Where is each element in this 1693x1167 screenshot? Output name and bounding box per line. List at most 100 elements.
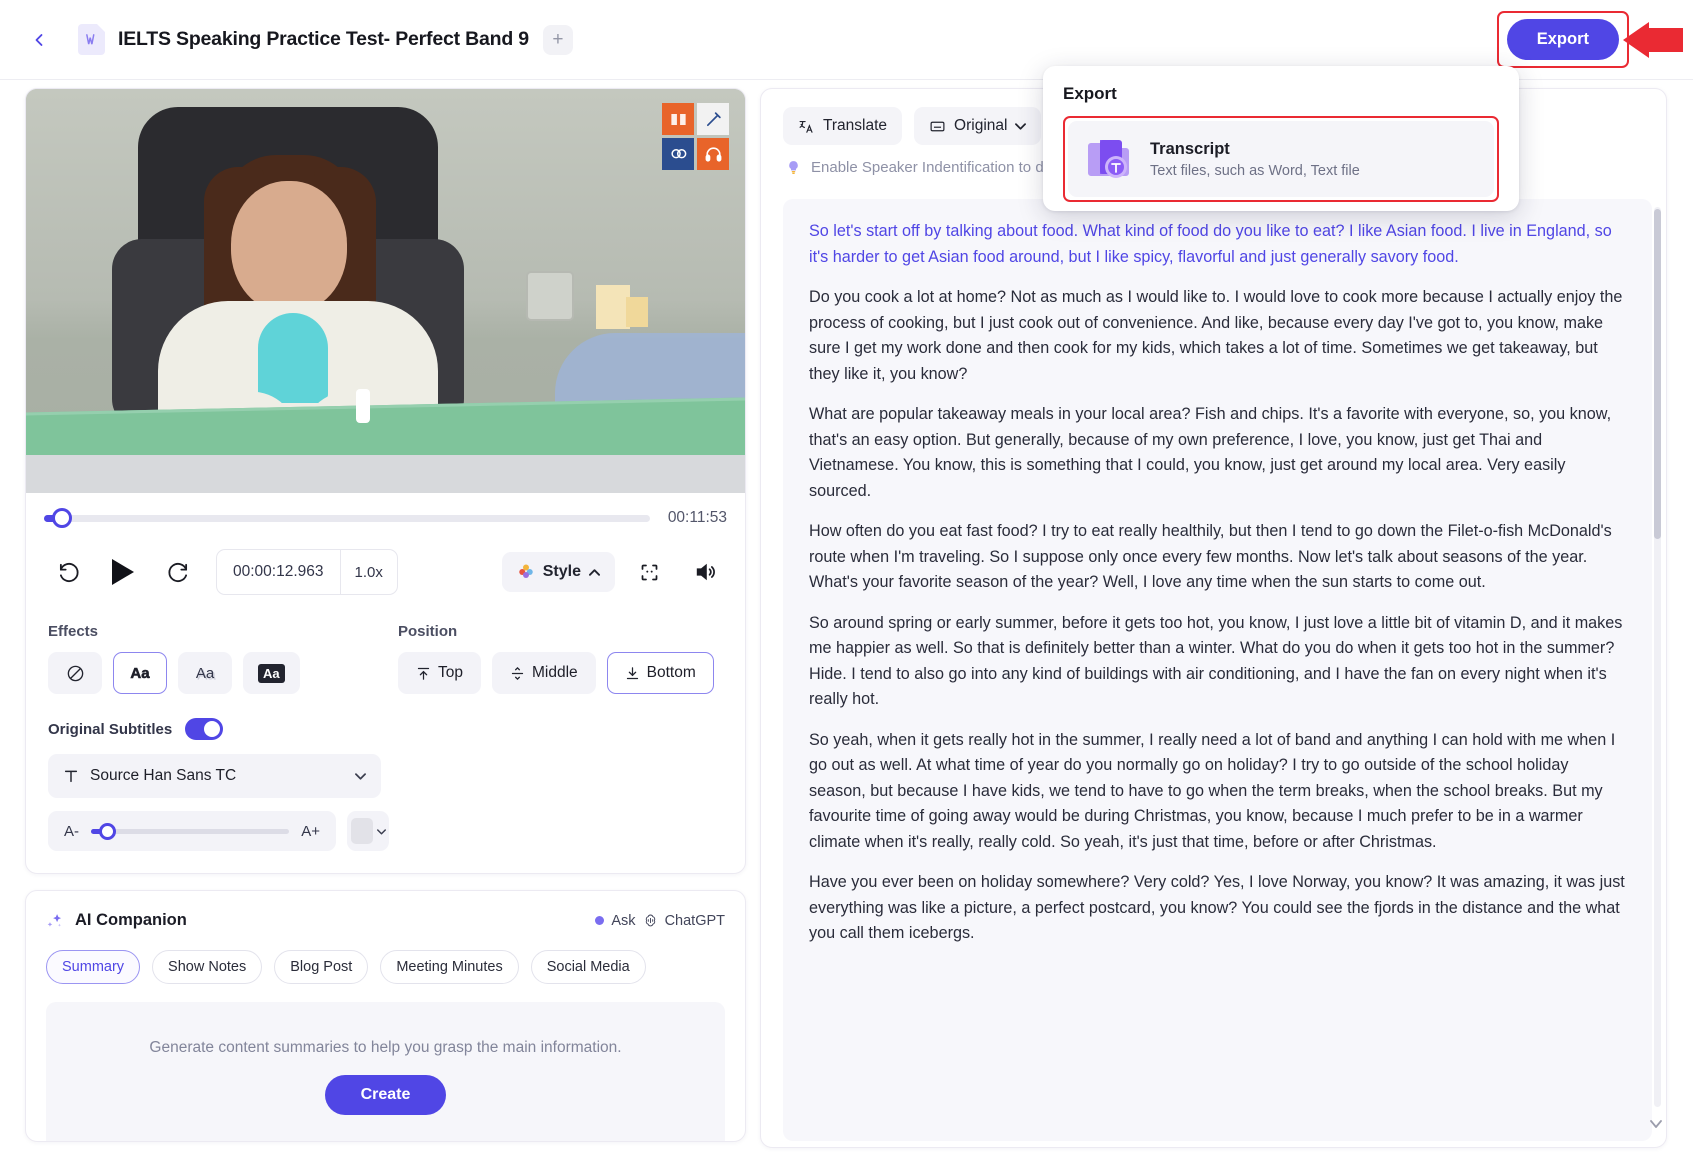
align-bottom-icon	[626, 666, 638, 679]
video-desk-front	[26, 455, 745, 493]
position-group: Position Top Middle Bottom	[398, 623, 714, 694]
position-options: Top Middle Bottom	[398, 652, 714, 694]
total-duration: 00:11:53	[667, 509, 727, 526]
size-decrease-label[interactable]: A-	[64, 823, 79, 840]
playback-speed[interactable]: 1.0x	[339, 550, 397, 594]
speech-bubbles-icon	[662, 138, 694, 170]
export-button[interactable]: Export	[1506, 19, 1619, 60]
subtitle-color-picker[interactable]	[347, 811, 389, 851]
subtitle-font-name: Source Han Sans TC	[90, 767, 237, 784]
subtitle-size-slider[interactable]	[91, 822, 290, 840]
video-desk-item	[356, 389, 370, 423]
tab-meeting-minutes[interactable]: Meeting Minutes	[380, 950, 519, 984]
original-subtitles-toggle[interactable]	[185, 718, 224, 740]
export-menu-title: Export	[1063, 84, 1117, 103]
transcript-file-icon	[1088, 140, 1129, 178]
transcript-paragraph: Do you cook a lot at home? Not as much a…	[809, 288, 1623, 383]
add-tab-button[interactable]: +	[542, 24, 573, 55]
translate-button[interactable]: Translate	[783, 107, 903, 145]
w-logo-icon	[86, 34, 95, 45]
size-increase-label[interactable]: A+	[301, 823, 320, 840]
transcript-paragraph: So let's start off by talking about food…	[809, 222, 1612, 266]
current-time[interactable]: 00:00:12.963	[217, 550, 340, 594]
align-top-icon	[417, 667, 430, 680]
fullscreen-icon	[641, 564, 657, 580]
pen-icon	[697, 103, 729, 135]
position-middle-button[interactable]: Middle	[492, 652, 596, 694]
translate-icon	[799, 120, 813, 133]
fullscreen-button[interactable]	[627, 550, 671, 594]
position-top-label: Top	[438, 664, 463, 681]
effects-heading: Effects	[48, 623, 99, 640]
playback-progress-row: 00:11:53	[26, 493, 745, 528]
rewind-button[interactable]	[48, 551, 90, 593]
transcript-scrollbar-thumb[interactable]	[1654, 209, 1661, 539]
subtitle-size-row: A- A+	[48, 811, 727, 851]
ai-companion-title: AI Companion	[75, 911, 187, 929]
export-option-transcript[interactable]: Transcript Text files, such as Word, Tex…	[1068, 121, 1494, 197]
video-wall-note	[596, 285, 630, 329]
video-preview[interactable]	[26, 89, 745, 493]
effect-outline-button[interactable]: Aa	[113, 652, 167, 694]
forward-button[interactable]	[156, 551, 198, 593]
effects-options: Aa Aa Aa	[48, 652, 398, 694]
transcript-paragraph: Have you ever been on holiday somewhere?…	[809, 873, 1625, 942]
chevron-left-icon	[35, 33, 43, 46]
position-middle-label: Middle	[532, 664, 578, 681]
palette-icon	[519, 564, 533, 578]
play-button[interactable]	[100, 549, 146, 595]
ask-status-dot	[595, 916, 605, 925]
video-wall-note-2	[626, 297, 648, 327]
subtitle-color-swatch	[350, 818, 373, 844]
export-transcript-highlight: Transcript Text files, such as Word, Tex…	[1063, 116, 1499, 202]
effect-none-button[interactable]	[48, 652, 102, 694]
ask-chatgpt-button[interactable]: Ask ChatGPT	[595, 913, 725, 929]
playback-scrubber-handle[interactable]	[52, 507, 72, 528]
position-heading: Position	[398, 623, 458, 640]
tab-summary[interactable]: Summary	[46, 950, 141, 984]
transcript-paragraph: So around spring or early summer, before…	[809, 613, 1623, 709]
play-icon	[112, 559, 134, 585]
ai-companion-tabs: Summary Show Notes Blog Post Meeting Min…	[46, 950, 725, 984]
ai-companion-hint: Generate content summaries to help you g…	[149, 1039, 622, 1056]
volume-button[interactable]	[683, 550, 727, 594]
position-top-button[interactable]: Top	[398, 652, 481, 694]
page-title: IELTS Speaking Practice Test- Perfect Ba…	[118, 28, 529, 50]
playback-controls: 00:00:12.963 1.0x Style	[26, 527, 745, 619]
chevron-up-icon	[589, 568, 600, 576]
tab-blog-post[interactable]: Blog Post	[274, 950, 369, 984]
playback-scrubber[interactable]	[44, 507, 650, 528]
effects-group: Effects Aa Aa Aa	[48, 623, 398, 694]
chevron-down-icon	[1015, 123, 1027, 130]
original-subtitles-label: Original Subtitles	[48, 720, 173, 738]
back-button[interactable]	[22, 23, 56, 57]
original-subtitles-row: Original Subtitles	[48, 718, 727, 740]
export-button-highlight: Export	[1496, 11, 1629, 68]
tab-social-media[interactable]: Social Media	[530, 950, 646, 984]
style-button-label: Style	[542, 563, 581, 580]
effect-box-button[interactable]: Aa	[243, 652, 300, 694]
volume-icon	[696, 563, 715, 581]
align-middle-icon	[511, 666, 524, 680]
book-icon	[662, 103, 694, 135]
transcript-paragraph: What are popular takeaway meals in your …	[809, 405, 1612, 500]
forward-5s-icon	[167, 562, 187, 582]
transcript-paragraph: So yeah, when it gets really hot in the …	[809, 730, 1616, 851]
chevron-down-icon	[355, 773, 366, 780]
create-button[interactable]: Create	[324, 1075, 447, 1115]
ai-companion-empty-state: Generate content summaries to help you g…	[46, 1002, 725, 1141]
style-button[interactable]: Style	[501, 552, 615, 592]
ai-companion-card: AI Companion Ask ChatGPT Summary Show No…	[25, 890, 746, 1142]
transcript-body[interactable]: So let's start off by talking about food…	[783, 199, 1652, 1141]
effect-shadow-button[interactable]: Aa	[178, 652, 232, 694]
subtitle-font-select[interactable]: Source Han Sans TC	[48, 754, 381, 798]
caption-language-button[interactable]: Original	[914, 107, 1042, 145]
position-bottom-button[interactable]: Bottom	[606, 652, 714, 694]
subtitle-size-handle[interactable]	[99, 822, 116, 840]
scroll-down-icon[interactable]	[1649, 1117, 1663, 1131]
tab-show-notes[interactable]: Show Notes	[152, 950, 263, 984]
no-effect-icon	[67, 665, 83, 681]
video-person-shirt	[258, 313, 328, 403]
export-dropdown-menu: Export Transcript Text files, such as Wo…	[1043, 66, 1519, 211]
chevron-down-icon	[376, 828, 386, 834]
